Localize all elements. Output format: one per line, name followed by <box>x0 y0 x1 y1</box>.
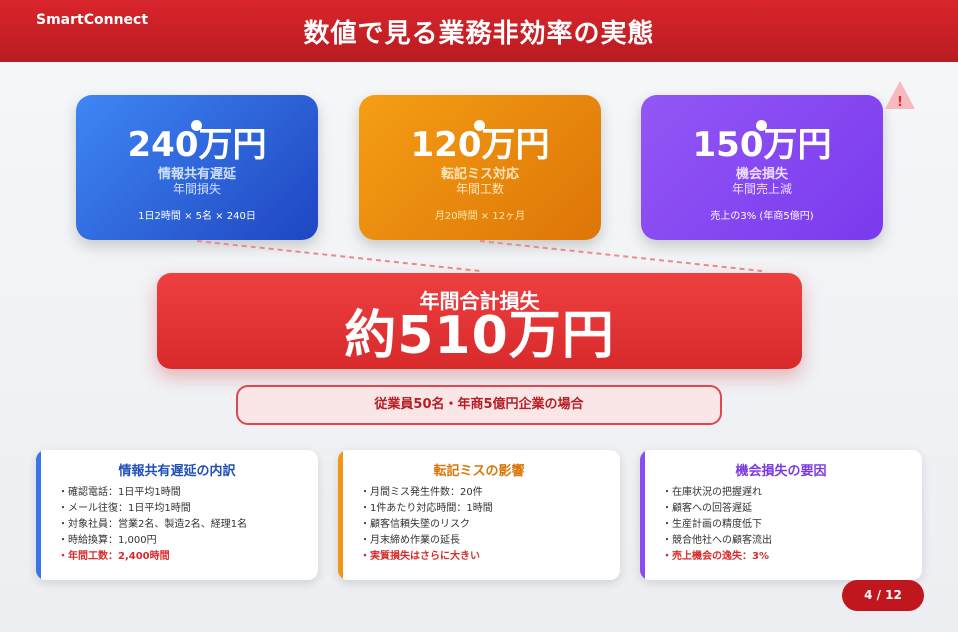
list-item: 在庫状況の把握遅れ <box>662 485 772 501</box>
detail-list: 在庫状況の把握遅れ 顧客への回答遅延 生産計画の精度低下 競合他社への顧客流出 … <box>662 485 772 565</box>
list-item: メール往復：1日平均1時間 <box>58 501 247 517</box>
detail-list: 月間ミス発生件数：20件 1件あたり対応時間：1時間 顧客信頼失墜のリスク 月末… <box>360 485 493 565</box>
page-title: 数値で見る業務非効率の実態 <box>303 19 655 49</box>
warning-symbol: ! <box>897 95 903 110</box>
detail-title: 情報共有遅延の内訳 <box>118 464 236 479</box>
detail-list: 確認電話：1日平均1時間 メール往復：1日平均1時間 対象社員：営業2名、製造2… <box>58 485 247 565</box>
dot-icon <box>191 120 202 131</box>
list-item-highlight: 実質損失はさらに大きい <box>360 549 493 565</box>
list-item: 顧客への回答遅延 <box>662 501 772 517</box>
list-item: 競合他社への顧客流出 <box>662 533 772 549</box>
metric-formula: 1日2時間 × 5名 × 240日 <box>138 211 256 222</box>
list-item: 対象社員：営業2名、製造2名、経理1名 <box>58 517 247 533</box>
metric-card-opportunity-loss: 150万円 機会損失 年間売上減 売上の3% (年商5億円) <box>641 95 883 240</box>
connector-line-left <box>196 240 481 272</box>
page-indicator[interactable]: 4 / 12 <box>842 580 924 611</box>
metric-sublabel: 年間工数 <box>455 182 504 196</box>
list-item: 確認電話：1日平均1時間 <box>58 485 247 501</box>
list-item: 1件あたり対応時間：1時間 <box>360 501 493 517</box>
metric-card-info-delay: 240万円 情報共有遅延 年間損失 1日2時間 × 5名 × 240日 <box>76 95 318 240</box>
warning-triangle-icon: ! <box>885 81 915 110</box>
connector-line-right <box>479 240 763 272</box>
total-loss-box: 年間合計損失 約510万円 <box>157 273 802 369</box>
detail-title: 機会損失の要因 <box>735 464 827 479</box>
header-bar: SmartConnect 数値で見る業務非効率の実態 <box>0 0 958 62</box>
list-item-highlight: 年間工数：2,400時間 <box>58 549 247 565</box>
detail-card-opportunity-loss: 機会損失の要因 在庫状況の把握遅れ 顧客への回答遅延 生産計画の精度低下 競合他… <box>640 450 922 580</box>
detail-card-transcription-error: 転記ミスの影響 月間ミス発生件数：20件 1件あたり対応時間：1時間 顧客信頼失… <box>338 450 620 580</box>
detail-card-info-delay: 情報共有遅延の内訳 確認電話：1日平均1時間 メール往復：1日平均1時間 対象社… <box>36 450 318 580</box>
dot-icon <box>756 120 767 131</box>
list-item-highlight: 売上機会の逸失：3% <box>662 549 772 565</box>
total-value: 約510万円 <box>344 306 615 366</box>
metric-sublabel: 年間損失 <box>172 182 221 196</box>
metric-formula: 売上の3% (年商5億円) <box>710 211 814 222</box>
condition-note: 従業員50名・年商5億円企業の場合 <box>236 385 722 425</box>
list-item: 月間ミス発生件数：20件 <box>360 485 493 501</box>
metric-card-transcription-error: 120万円 転記ミス対応 年間工数 月20時間 × 12ヶ月 <box>359 95 601 240</box>
list-item: 時給換算：1,000円 <box>58 533 247 549</box>
list-item: 顧客信頼失墜のリスク <box>360 517 493 533</box>
detail-title: 転記ミスの影響 <box>433 464 525 479</box>
list-item: 生産計画の精度低下 <box>662 517 772 533</box>
metric-sublabel: 年間売上減 <box>731 182 792 196</box>
metric-formula: 月20時間 × 12ヶ月 <box>434 211 526 222</box>
dot-icon <box>474 120 485 131</box>
list-item: 月末締め作業の延長 <box>360 533 493 549</box>
